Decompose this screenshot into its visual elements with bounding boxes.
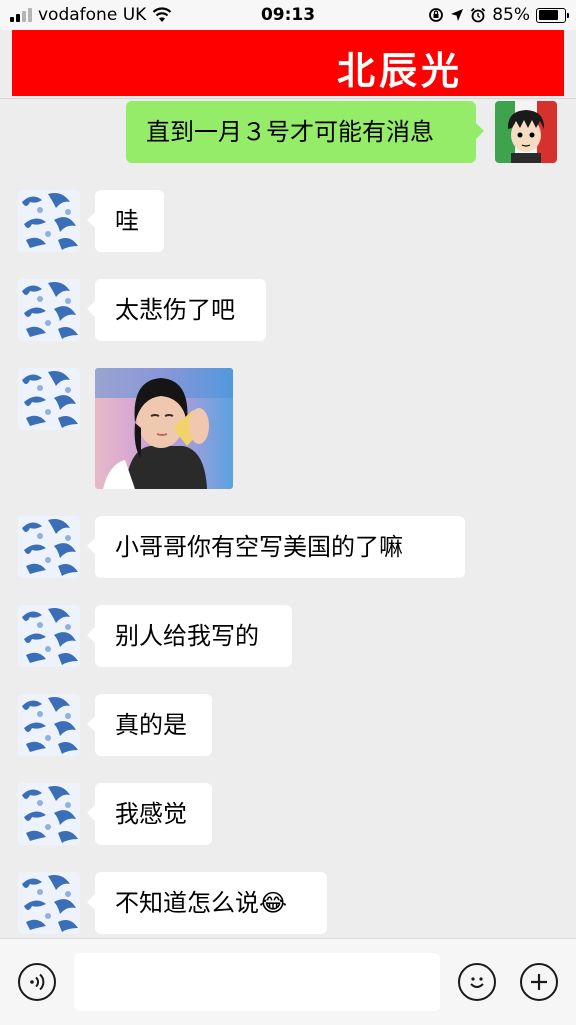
message-text: 哇 bbox=[115, 207, 139, 235]
plus-icon bbox=[531, 974, 547, 990]
message-text: 太悲伤了吧 bbox=[115, 296, 235, 324]
message-bubble-incoming[interactable]: 小哥哥你有空写美国的了嘛 bbox=[87, 516, 465, 578]
rotation-lock-icon bbox=[429, 8, 444, 22]
emoji-icon bbox=[470, 977, 484, 988]
message-bubble-incoming[interactable]: 真的是 bbox=[87, 694, 212, 756]
chat-header: 北辰光 bbox=[12, 30, 564, 96]
tears-of-joy-emoji-icon: 😂 bbox=[259, 889, 288, 917]
input-bar bbox=[0, 938, 576, 1025]
message-text: 别人给我写的 bbox=[115, 622, 259, 650]
contact-avatar[interactable] bbox=[18, 783, 80, 845]
status-bar: vodafone UK 09:13 85% bbox=[0, 0, 576, 30]
contact-avatar[interactable] bbox=[18, 279, 80, 341]
message-input[interactable] bbox=[74, 953, 440, 1011]
message-bubble-incoming[interactable]: 太悲伤了吧 bbox=[87, 279, 266, 341]
voice-button[interactable] bbox=[18, 963, 56, 1001]
chat-title: 北辰光 bbox=[337, 48, 464, 93]
alarm-icon bbox=[471, 7, 486, 23]
location-icon bbox=[451, 9, 464, 21]
message-bubble-incoming[interactable]: 哇 bbox=[87, 190, 164, 252]
my-avatar[interactable] bbox=[495, 101, 557, 163]
message-bubble-incoming[interactable]: 别人给我写的 bbox=[87, 605, 292, 667]
emoji-button[interactable] bbox=[458, 963, 496, 1001]
message-text: 直到一月３号才可能有消息 bbox=[146, 118, 434, 146]
message-bubble-incoming[interactable]: 不知道怎么说😂 bbox=[87, 872, 327, 934]
battery-level bbox=[538, 10, 558, 20]
message-text: 真的是 bbox=[115, 711, 187, 739]
contact-avatar[interactable] bbox=[18, 605, 80, 667]
sticker-image[interactable] bbox=[95, 368, 233, 489]
contact-avatar[interactable] bbox=[18, 190, 80, 252]
voice-icon bbox=[30, 973, 45, 991]
more-button[interactable] bbox=[520, 963, 558, 1001]
message-bubble-incoming[interactable]: 我感觉 bbox=[87, 783, 212, 845]
header-divider bbox=[0, 98, 576, 99]
battery-icon bbox=[536, 7, 569, 23]
contact-avatar[interactable] bbox=[18, 872, 80, 934]
message-text: 小哥哥你有空写美国的了嘛 bbox=[115, 533, 403, 561]
status-right: 85% bbox=[428, 5, 569, 25]
message-text: 我感觉 bbox=[115, 800, 187, 828]
message-bubble-outgoing[interactable]: 直到一月３号才可能有消息 bbox=[126, 101, 484, 163]
battery-percent: 85% bbox=[492, 5, 530, 25]
message-text: 不知道怎么说 bbox=[115, 889, 259, 917]
contact-avatar[interactable] bbox=[18, 694, 80, 756]
contact-avatar[interactable] bbox=[18, 368, 80, 430]
contact-avatar[interactable] bbox=[18, 516, 80, 578]
